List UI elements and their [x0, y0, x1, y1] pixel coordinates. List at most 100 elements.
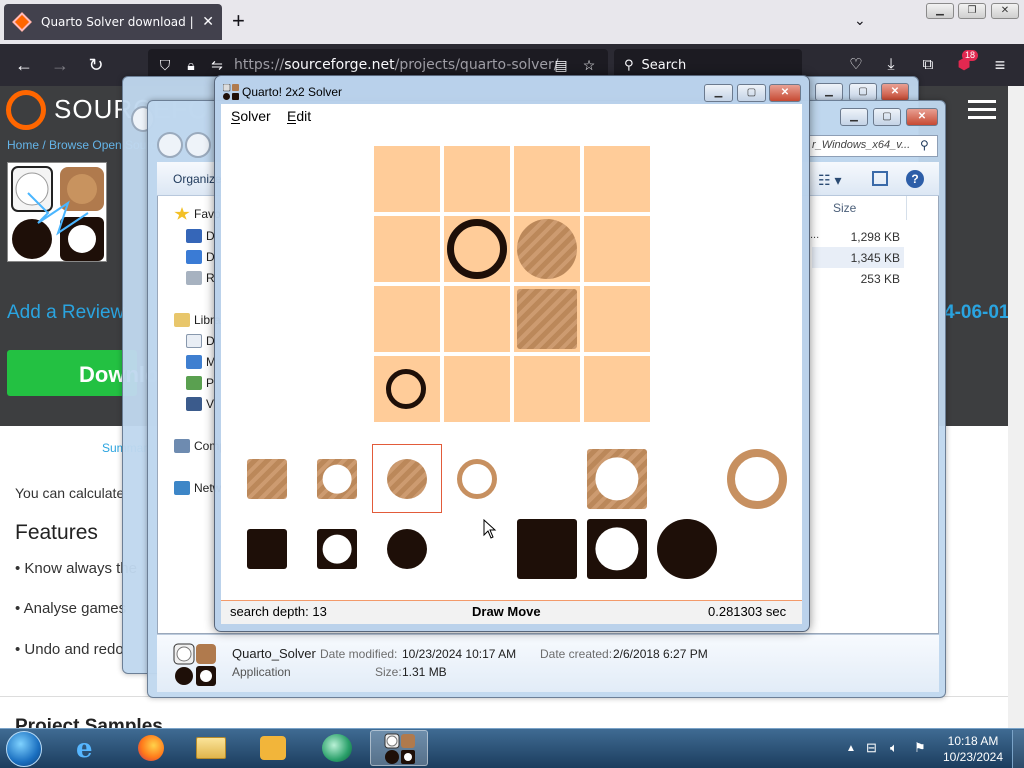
minimize-browser-button[interactable]: ▁	[926, 3, 954, 19]
nav-item[interactable]: D	[186, 227, 215, 245]
available-piece-dark-tall-square-hollow[interactable]	[587, 519, 647, 579]
forward-arrow-icon[interactable]: →	[48, 54, 72, 76]
search-time: 0.281303 sec	[708, 604, 787, 619]
nav-item[interactable]: D	[186, 332, 215, 350]
sf-menu-icon[interactable]	[968, 100, 996, 124]
list-tabs-chevron-icon[interactable]: ⌄	[854, 12, 866, 29]
new-tab-button[interactable]: +	[232, 10, 245, 32]
menu-solver[interactable]: Solver	[231, 108, 271, 124]
board-cell[interactable]	[374, 216, 440, 282]
board-cell[interactable]	[444, 146, 510, 212]
details-file-type: Application	[232, 665, 291, 679]
available-piece-light-short-square-solid[interactable]	[247, 459, 287, 499]
taskbar-internet-explorer[interactable]: e	[62, 730, 120, 766]
taskbar-quarto-solver[interactable]	[370, 730, 428, 766]
board-cell[interactable]	[444, 356, 510, 422]
permissions-icon[interactable]: ⇋	[208, 57, 226, 74]
board-piece-light-tall-square-solid[interactable]	[517, 289, 577, 349]
taskbar-media-player[interactable]	[244, 730, 302, 766]
downloads-icon[interactable]: ⤓	[879, 54, 903, 76]
explorer-maximize-button[interactable]: ▢	[873, 108, 901, 126]
close-tab-icon[interactable]: ✕	[202, 14, 214, 30]
board-cell[interactable]	[584, 286, 650, 352]
explorer-nav-buttons[interactable]	[157, 132, 213, 158]
nav-item[interactable]: R	[186, 269, 215, 287]
available-piece-dark-short-round-solid[interactable]	[387, 529, 427, 569]
board-piece-dark-tall-round-hollow[interactable]	[447, 219, 507, 279]
available-piece-dark-short-square-hollow[interactable]	[317, 529, 357, 569]
url-text[interactable]: https://sourceforge.net/projects/quarto-…	[234, 57, 559, 73]
explorer-minimize-button[interactable]: ▁	[840, 108, 868, 126]
available-piece-light-short-round-solid[interactable]	[387, 459, 427, 499]
show-desktop-button[interactable]	[1012, 730, 1024, 768]
preview-pane-icon[interactable]	[872, 171, 888, 186]
close-browser-button[interactable]: ✕	[991, 3, 1019, 19]
page-scrollbar[interactable]	[1008, 86, 1024, 728]
board-cell[interactable]	[584, 356, 650, 422]
nav-item[interactable]: V	[186, 395, 214, 413]
view-options-icon[interactable]: ☷ ▾	[818, 172, 841, 189]
explorer-close-button[interactable]: ✕	[906, 108, 938, 126]
available-piece-dark-tall-square-solid[interactable]	[517, 519, 577, 579]
taskbar-firefox[interactable]	[122, 730, 180, 766]
reader-view-icon[interactable]: ▤	[552, 57, 570, 74]
action-center-flag-icon[interactable]: ⚑	[914, 740, 926, 756]
taskbar-explorer[interactable]	[182, 730, 240, 766]
taskbar-clock[interactable]: 10:18 AM 10/23/2024	[938, 733, 1008, 765]
start-button-windows-icon[interactable]	[6, 731, 42, 767]
search-icon[interactable]: ⚲	[920, 138, 929, 152]
menu-hamburger-icon[interactable]: ≡	[988, 54, 1012, 76]
column-header-size[interactable]: Size	[833, 201, 856, 215]
board-piece-dark-short-round-hollow[interactable]	[386, 369, 426, 409]
available-piece-dark-tall-round-solid[interactable]	[657, 519, 717, 579]
show-hidden-icons-chevron-icon[interactable]: ▲	[846, 743, 856, 754]
board-cell[interactable]	[514, 356, 580, 422]
network-tray-icon[interactable]: ⊟	[866, 740, 877, 756]
maximize-window-button[interactable]: ▢	[849, 83, 877, 101]
close-window-button[interactable]: ✕	[881, 83, 909, 101]
nav-item[interactable]: P	[186, 374, 214, 392]
menu-edit[interactable]: Edit	[287, 108, 311, 124]
column-separator[interactable]	[906, 196, 907, 220]
bookmark-star-icon[interactable]: ☆	[580, 57, 598, 74]
quarto-app-icon	[384, 733, 415, 764]
documents-icon	[186, 334, 202, 348]
board-cell[interactable]	[374, 286, 440, 352]
board-cell[interactable]	[514, 146, 580, 212]
board-cell[interactable]	[374, 146, 440, 212]
volume-icon[interactable]: 🔈︎	[890, 740, 898, 756]
available-piece-light-short-square-hollow[interactable]	[317, 459, 357, 499]
board-piece-light-tall-round-solid[interactable]	[517, 219, 577, 279]
sourceforge-logo-icon[interactable]	[6, 90, 46, 130]
forward-arrow-icon[interactable]	[185, 132, 211, 158]
available-piece-light-tall-round-hollow[interactable]	[727, 449, 787, 509]
nav-item[interactable]: D	[186, 248, 215, 266]
add-review-link[interactable]: Add a Review	[7, 302, 124, 324]
solver-maximize-button[interactable]: ▢	[737, 84, 766, 102]
available-piece-light-short-round-hollow[interactable]	[457, 459, 497, 499]
reload-icon[interactable]: ↻	[84, 54, 108, 76]
help-icon[interactable]: ?	[906, 170, 924, 188]
lock-icon[interactable]: 🔒︎	[182, 57, 200, 74]
nav-item[interactable]: M	[186, 353, 216, 371]
shield-icon[interactable]: ⛉	[156, 57, 174, 74]
minimize-window-button[interactable]: ▁	[815, 83, 843, 101]
extensions-puzzle-icon[interactable]: ⧉	[916, 54, 940, 76]
solver-close-button[interactable]: ✕	[769, 84, 801, 102]
pocket-icon[interactable]: ♡	[844, 54, 868, 76]
restore-browser-button[interactable]: ❐	[958, 3, 986, 19]
board-cell[interactable]	[444, 286, 510, 352]
download-button[interactable]: Download	[7, 350, 184, 396]
back-arrow-icon[interactable]: ←	[12, 54, 36, 76]
project-samples-heading: Project Samples	[15, 716, 163, 728]
browser-tab[interactable]: Quarto Solver download | SourceForge.net…	[4, 4, 222, 40]
available-piece-light-tall-square-hollow[interactable]	[587, 449, 647, 509]
folder-icon	[196, 737, 226, 759]
taskbar-app[interactable]	[308, 730, 366, 766]
board-cell[interactable]	[584, 146, 650, 212]
available-piece-dark-short-square-solid[interactable]	[247, 529, 287, 569]
explorer-search-box[interactable]: r_Windows_x64_v...	[808, 135, 938, 157]
board-cell[interactable]	[584, 216, 650, 282]
back-arrow-icon[interactable]	[157, 132, 183, 158]
solver-minimize-button[interactable]: ▁	[704, 84, 733, 102]
